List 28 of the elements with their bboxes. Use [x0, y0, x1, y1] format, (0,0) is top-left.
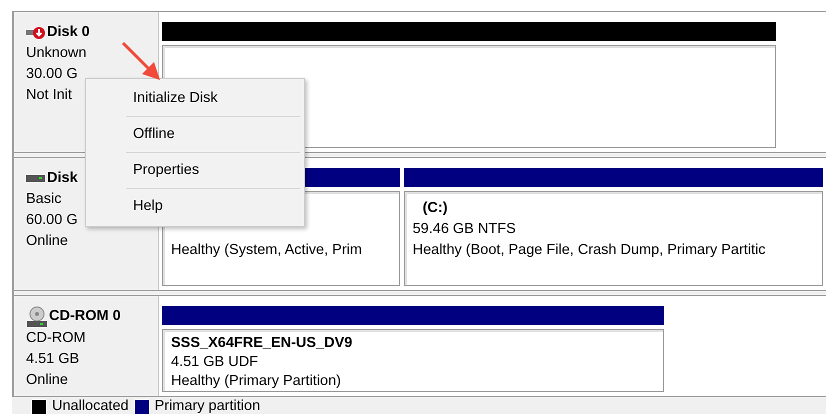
partition-size: 59.46 GB NTFS: [412, 220, 517, 240]
menu-item[interactable]: Help: [86, 189, 304, 224]
menu-item[interactable]: Offline: [86, 117, 304, 152]
legend-swatch: [32, 400, 46, 414]
partition-size: 4.51 GB UDF: [171, 352, 260, 372]
disk-info-text: CD-ROM: [26, 329, 87, 348]
disk-info-text: 60.00 G: [26, 211, 79, 230]
disk-info-text: 30.00 G: [26, 65, 79, 84]
disk-name: Disk: [47, 169, 78, 188]
disk-error-icon: [26, 24, 46, 40]
partition-label: SSS_X64FRE_EN-US_DV9: [171, 334, 354, 353]
disk-name: Disk 0: [47, 23, 90, 42]
legend-label: Primary partition: [154, 397, 260, 414]
cd-drive-icon: [26, 306, 48, 328]
partition-status: Healthy (Boot, Page File, Crash Dump, Primary Partitic: [412, 241, 767, 260]
disk-name: CD-ROM 0: [49, 307, 121, 326]
legend-label: Unallocated: [52, 397, 129, 414]
menu-item[interactable]: Properties: [86, 153, 304, 188]
disk-info-text: Online: [26, 371, 69, 390]
disk-info-text: 4.51 GB: [26, 350, 80, 370]
partition-status: Healthy (System, Active, Prim: [171, 241, 363, 260]
disk-info-text: Unknown: [26, 44, 88, 64]
legend-swatch: [134, 400, 149, 414]
partition-status: Healthy (Primary Partition): [171, 372, 342, 391]
disk-info-text: Online: [26, 232, 69, 252]
menu-item[interactable]: Initialize Disk: [86, 81, 304, 116]
hard-drive-icon: [26, 174, 46, 184]
partition-label: (C:): [422, 199, 449, 218]
